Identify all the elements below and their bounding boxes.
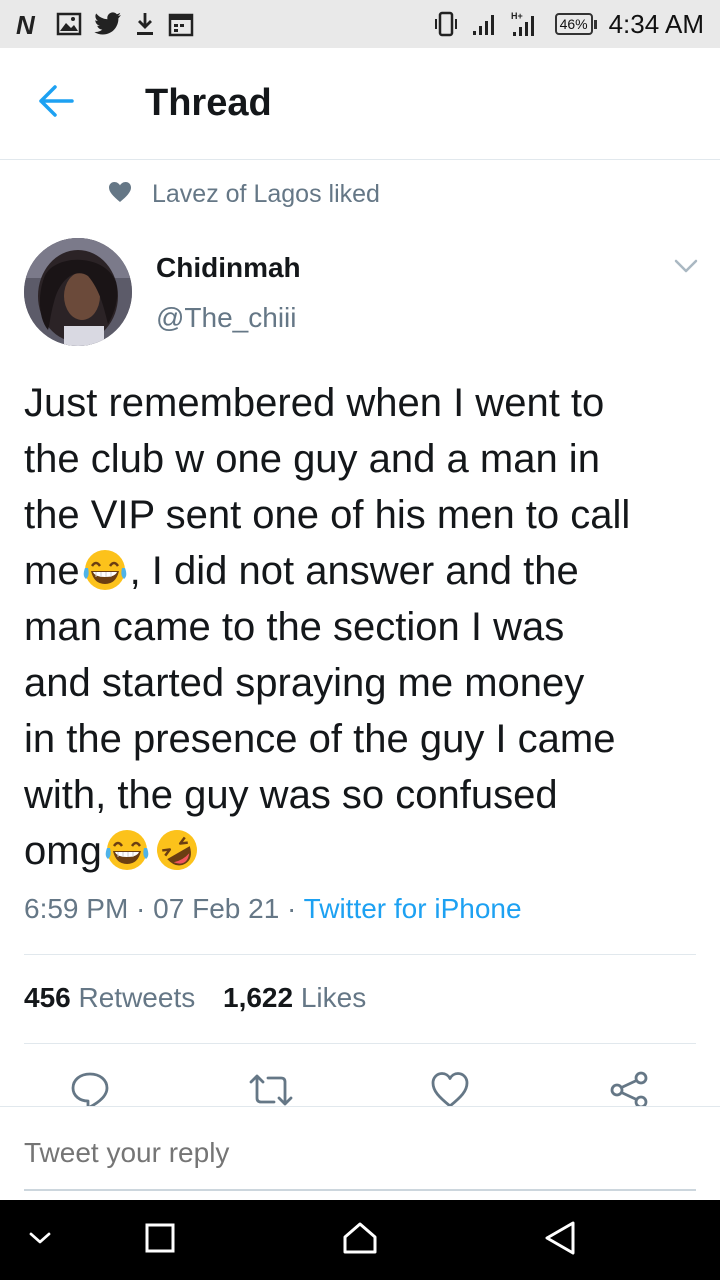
tweet-actions (0, 1066, 720, 1106)
likes-stat[interactable]: 1,622 Likes (223, 982, 366, 1013)
reply-button[interactable] (70, 1070, 110, 1106)
retweets-count: 456 (24, 982, 71, 1013)
divider (24, 1043, 696, 1044)
back-nav-button[interactable] (540, 1220, 580, 1260)
tweet-source-link[interactable]: Twitter for iPhone (304, 893, 522, 924)
svg-text:H+: H+ (511, 11, 523, 21)
tweet-meta: 6:59 PM · 07 Feb 21 · Twitter for iPhone (24, 893, 522, 925)
retweet-button[interactable] (248, 1070, 294, 1106)
reply-underline (24, 1189, 696, 1191)
gallery-icon (56, 12, 82, 36)
share-icon (608, 1071, 650, 1106)
status-bar-left: N (16, 11, 194, 37)
retweets-stat[interactable]: 456 Retweets (24, 982, 195, 1013)
retweets-label: Retweets (78, 982, 196, 1013)
retweet-icon (248, 1074, 294, 1106)
status-time: 4:34 AM (608, 8, 704, 39)
tweet-line: Just remembered when I went to (24, 381, 605, 425)
status-bar-right: H+ 46% 4:34 AM (433, 9, 704, 40)
signal-icon (471, 11, 499, 37)
tweet-line: man came to the section I was (24, 605, 565, 649)
share-button[interactable] (608, 1070, 650, 1106)
reply-input[interactable] (24, 1137, 696, 1169)
signal-ht-icon: H+ (511, 10, 543, 38)
triangle-back-icon (543, 1220, 577, 1261)
twitter-bird-icon (94, 12, 122, 36)
vibrate-icon (433, 10, 459, 38)
tweet-line-part: , I did not answer and the (129, 549, 579, 593)
recents-button[interactable] (140, 1220, 180, 1260)
tweet-stats: 456 Retweets 1,622 Likes (24, 982, 386, 1014)
heart-icon (108, 181, 132, 208)
meta-separator: · (279, 893, 304, 924)
android-nav-bar (0, 1200, 720, 1280)
tweet-line: the club w one guy and a man in (24, 437, 600, 481)
tweet-line: me , I did not answer and the (24, 543, 696, 599)
likes-count: 1,622 (223, 982, 294, 1013)
tweet-text: Just remembered when I went to the club … (24, 375, 696, 879)
meta-separator: · (128, 893, 154, 924)
home-button[interactable] (340, 1220, 380, 1260)
status-bar: N H+ 46% 4:34 AM (0, 0, 720, 48)
page-title: Thread (145, 82, 272, 124)
tweet-line-part: omg (24, 829, 102, 873)
battery-level: 46% (554, 13, 593, 35)
download-icon (134, 11, 156, 37)
social-context-text: Lavez of Lagos liked (152, 180, 380, 208)
svg-text:N: N (16, 11, 36, 37)
author-name[interactable]: Chidinmah (156, 252, 301, 284)
divider (24, 954, 696, 955)
chevron-down-icon (27, 1230, 53, 1251)
battery-indicator: 46% (554, 13, 597, 35)
tweet-line-part: me (24, 549, 80, 593)
tweet-time: 6:59 PM (24, 893, 129, 924)
tears-of-joy-emoji-icon (80, 546, 130, 592)
chevron-down-icon (673, 258, 699, 279)
author-handle[interactable]: @The_chiii (156, 302, 296, 334)
netflix-n-icon: N (16, 11, 44, 37)
tweet-line: the VIP sent one of his men to call (24, 493, 631, 537)
tweet-line: and started spraying me money (24, 661, 585, 705)
back-arrow-icon (37, 84, 75, 123)
rofl-emoji-icon (152, 826, 202, 872)
square-icon (144, 1222, 176, 1259)
social-context[interactable]: Lavez of Lagos liked (108, 180, 380, 209)
tweet-line: omg (24, 823, 696, 879)
like-button[interactable] (430, 1070, 470, 1106)
calendar-icon (168, 11, 194, 37)
tweet-line: in the presence of the guy I came (24, 717, 616, 761)
tweet-line: with, the guy was so confused (24, 773, 558, 817)
back-button[interactable] (0, 48, 112, 160)
tweet-date: 07 Feb 21 (153, 893, 280, 924)
tweet-options-button[interactable] (670, 254, 702, 282)
battery-tip (593, 19, 597, 29)
tears-of-joy-emoji-icon (102, 826, 152, 872)
likes-label: Likes (300, 982, 367, 1013)
avatar-photo (24, 238, 132, 346)
reply-bar (0, 1106, 720, 1200)
heart-outline-icon (430, 1072, 470, 1106)
avatar[interactable] (24, 238, 132, 346)
reply-icon (70, 1072, 110, 1106)
home-icon (342, 1221, 378, 1260)
hide-nav-button[interactable] (20, 1220, 60, 1260)
thread-header: Thread (0, 48, 720, 160)
